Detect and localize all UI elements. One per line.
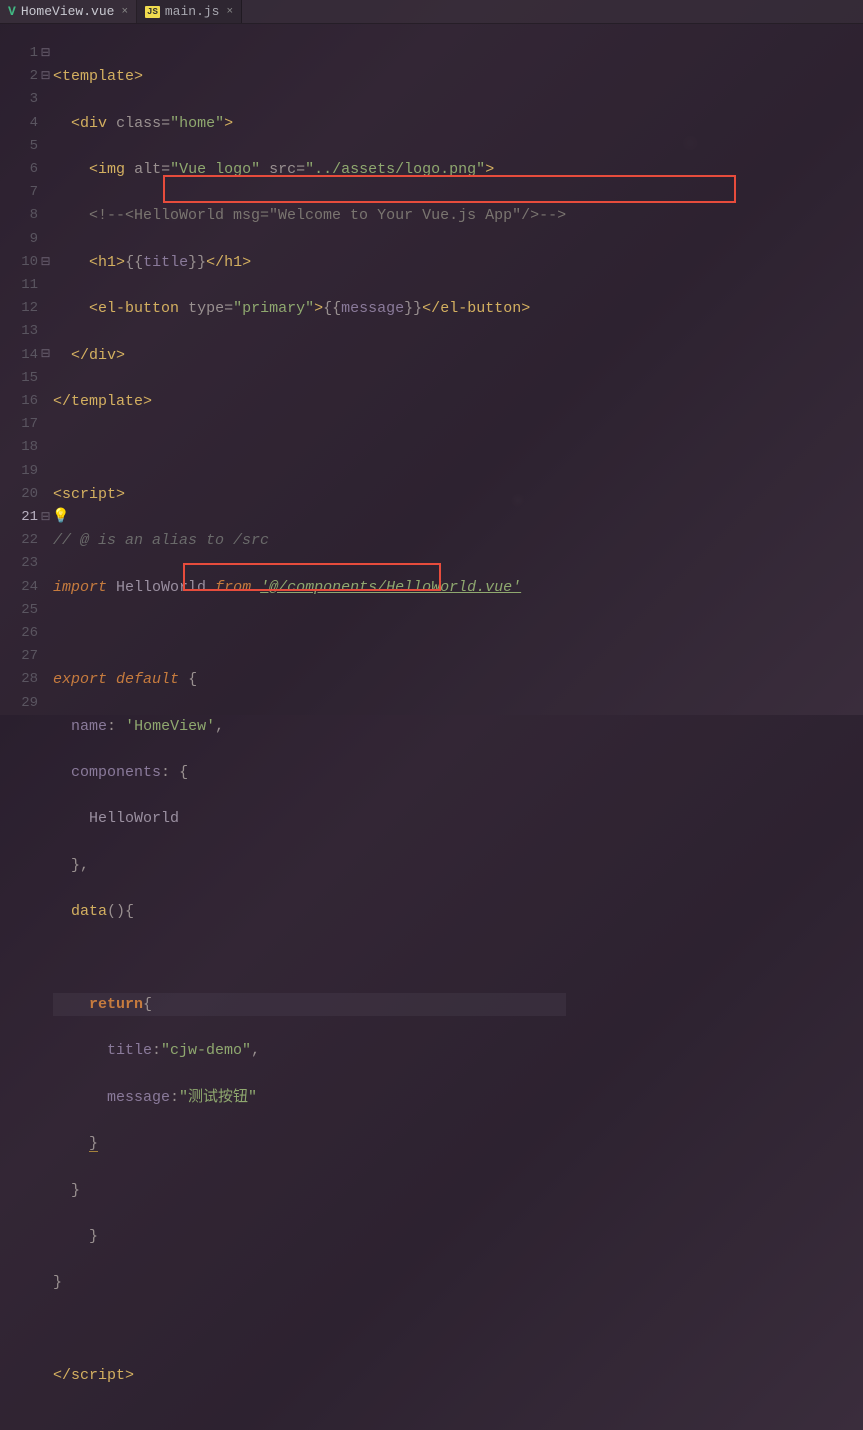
fold-gutter: ⊟ ⊟ ⊟ ⊟ ⊟: [38, 24, 53, 715]
tab-label: main.js: [165, 4, 220, 19]
fold-icon[interactable]: ⊟: [38, 506, 53, 529]
line-number-gutter: 1234567891011121314151617181920212223242…: [0, 24, 38, 715]
editor-tabs: V HomeView.vue × JS main.js ×: [0, 0, 863, 24]
close-icon[interactable]: ×: [226, 6, 233, 18]
tab-mainjs[interactable]: JS main.js ×: [137, 0, 242, 23]
vue-icon: V: [8, 4, 16, 19]
close-icon[interactable]: ×: [121, 6, 128, 18]
tab-homeview[interactable]: V HomeView.vue ×: [0, 0, 137, 23]
fold-icon[interactable]: ⊟: [38, 343, 53, 366]
fold-icon[interactable]: ⊟: [38, 42, 53, 65]
fold-icon[interactable]: ⊟: [38, 65, 53, 88]
editor-area: 1234567891011121314151617181920212223242…: [0, 24, 863, 715]
js-icon: JS: [145, 6, 160, 18]
fold-icon[interactable]: ⊟: [38, 251, 53, 274]
code-content[interactable]: <template> <div class="home"> <img alt="…: [53, 24, 566, 715]
tab-label: HomeView.vue: [21, 4, 115, 19]
